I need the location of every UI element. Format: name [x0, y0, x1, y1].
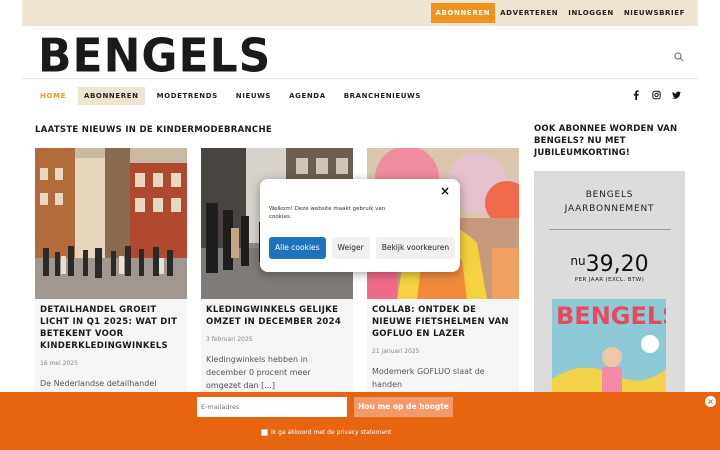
view-preferences-button[interactable]: Bekijk voorkeuren	[375, 237, 456, 259]
cookie-consent-dialog: × Welkom! Deze website maakt gebruik van…	[260, 179, 460, 272]
promo-title-line-2: JAARBONNEMENT	[564, 204, 655, 214]
search-icon[interactable]	[674, 52, 684, 62]
news-card-title[interactable]: DETAILHANDEL GROEIT LICHT IN Q1 2025: WA…	[35, 299, 187, 352]
instagram-icon[interactable]	[652, 90, 661, 100]
nav-item-agenda[interactable]: AGENDA	[283, 87, 332, 105]
nav-item-home[interactable]: HOME	[34, 87, 72, 105]
privacy-consent: Ik ga akkoord met de privacy statement	[261, 429, 391, 436]
sidebar-title: OOK ABONNEE WORDEN VAN BENGELS? NU MET J…	[534, 124, 678, 158]
newsletter-bar: Hou me op de hoogte Ik ga akkoord met de…	[0, 392, 720, 450]
utility-link-nieuwsbrief[interactable]: NIEUWSBRIEF	[619, 3, 690, 23]
subscribe-button[interactable]: Hou me op de hoogte	[354, 397, 453, 417]
price-prefix: nu	[570, 254, 586, 268]
decline-cookies-button[interactable]: Weiger	[331, 237, 370, 259]
magazine-cover-title: BENGELS	[556, 302, 666, 330]
accept-all-cookies-button[interactable]: Alle cookies	[269, 237, 326, 259]
privacy-label: Ik ga akkoord met de privacy statement	[271, 429, 392, 436]
price-amount: 39,20	[585, 252, 649, 277]
main-navigation: HOME ABONNEREN MODETRENDS NIEUWS AGENDA …	[34, 87, 433, 105]
section-title: LAATSTE NIEUWS IN DE KINDERMODEBRANCHE	[35, 125, 272, 135]
site-logo[interactable]: BENGELS	[38, 32, 271, 81]
nav-item-branchenieuws[interactable]: BRANCHENIEUWS	[338, 87, 427, 105]
news-card-excerpt: Kledingwinkels hebben in december 0 proc…	[206, 355, 311, 390]
email-field[interactable]	[197, 397, 347, 417]
header-divider	[22, 78, 698, 79]
news-card-date: 3 februari 2025	[206, 336, 253, 343]
news-card-date: 21 januari 2025	[372, 348, 420, 355]
news-card-date: 16 mei 2025	[40, 360, 78, 367]
news-card-excerpt: De Nederlandse detailhandel	[40, 379, 157, 388]
cookie-buttons: Alle cookies Weiger Bekijk voorkeuren	[269, 237, 456, 259]
twitter-icon[interactable]	[672, 90, 681, 100]
nav-item-nieuws[interactable]: NIEUWS	[230, 87, 277, 105]
promo-price: nu39,20	[534, 252, 685, 277]
utility-link-inloggen[interactable]: INLOGGEN	[563, 3, 619, 23]
news-card[interactable]: DETAILHANDEL GROEIT LICHT IN Q1 2025: WA…	[35, 148, 187, 408]
utility-link-adverteren[interactable]: ADVERTEREN	[495, 3, 563, 23]
news-card-excerpt: Modemerk GOFLUO slaat de handen	[372, 367, 485, 389]
subscription-promo[interactable]: BENGELS JAARBONNEMENT nu39,20 PER JAAR (…	[534, 171, 685, 411]
top-utility-bar: ABONNEREN ADVERTEREN INLOGGEN NIEUWSBRIE…	[22, 0, 698, 26]
utility-link-abonneren[interactable]: ABONNEREN	[430, 3, 496, 23]
price-period: PER JAAR (EXCL. BTW)	[574, 277, 645, 283]
nav-item-abonneren[interactable]: ABONNEREN	[77, 87, 145, 105]
news-card-image[interactable]	[35, 148, 187, 299]
promo-title: BENGELS JAARBONNEMENT	[534, 188, 685, 216]
close-icon[interactable]: ×	[705, 396, 716, 407]
cookie-message: Welkom! Deze website maakt gebruik van c…	[269, 206, 386, 220]
nav-item-modetrends[interactable]: MODETRENDS	[151, 87, 224, 105]
promo-divider	[548, 229, 671, 230]
promo-title-line-1: BENGELS	[585, 190, 634, 200]
news-card-title[interactable]: COLLAB: ONTDEK DE NIEUWE FIETSHELMEN VAN…	[367, 299, 519, 340]
social-links	[632, 90, 681, 100]
utility-links: ABONNEREN ADVERTEREN INLOGGEN NIEUWSBRIE…	[430, 3, 690, 23]
close-icon[interactable]: ×	[440, 185, 450, 197]
facebook-icon[interactable]	[632, 90, 641, 100]
privacy-checkbox[interactable]	[261, 429, 268, 436]
news-card-title[interactable]: KLEDINGWINKELS GELIJKE OMZET IN DECEMBER…	[201, 299, 353, 328]
